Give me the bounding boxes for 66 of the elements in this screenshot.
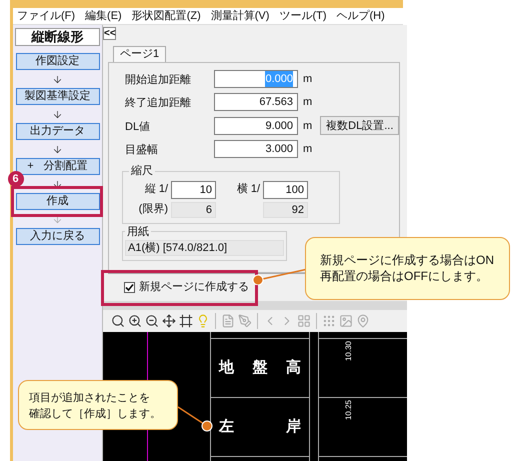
scale-label: 縦 1/ [144,182,169,198]
scale-label: 横 1/ [236,182,261,198]
group-title: 用紙 [126,224,150,240]
menu-item[interactable]: ツール(T) [279,8,326,24]
zoom-icon[interactable] [111,314,125,328]
field-label: DL値 [125,120,150,133]
menu-item[interactable]: ヘルプ(H) [336,8,385,24]
menu-item[interactable]: 形状図配置(Z) [132,8,201,24]
row-label: 高 [286,358,301,378]
frame-icon[interactable] [179,314,193,328]
field-value: 0.000 [265,70,293,87]
callout-text: 新規ページに作成する場合はON [320,252,495,268]
callout-text: 確認して［作成］します。 [29,407,162,422]
step-badge: 6 [8,171,24,187]
field-label: 開始追加距離 [125,74,191,86]
unit-label: m [303,72,312,86]
collapse-button[interactable]: << [103,27,116,40]
leader-line [176,405,214,433]
paper-size-field: A1(横) [574.0/821.0] [125,240,284,256]
row-label: 左 [219,416,234,437]
panel-title: 縦断線形 [15,28,100,46]
horizontal-limit-field: 92 [263,202,308,218]
vertical-limit-field: 6 [171,202,216,218]
field-label: 目盛幅 [125,144,158,156]
down-arrow-icon [52,108,63,120]
zoom-out-icon[interactable] [145,314,159,328]
horizontal-scale-field[interactable]: 100 [263,180,308,198]
callout-text: 再配置の場合はOFFにします。 [320,268,489,284]
menu-item[interactable]: 測量計算(V) [210,8,270,24]
checkbox-label[interactable]: 新規ページに作成する [139,279,249,296]
unit-label: m [303,95,312,110]
multi-dl-button[interactable]: 複数DL設置... [320,116,400,136]
unit-label: m [303,142,312,157]
step-button[interactable]: 入力に戻る [16,228,100,245]
menu-item[interactable]: 編集(E) [85,8,122,24]
move-icon[interactable] [162,314,176,328]
value-field[interactable]: 67.563 [214,93,298,112]
step-button[interactable]: + 分割配置 [16,158,100,175]
check-icon [125,282,134,292]
field-label: 終了追加距離 [125,97,191,110]
callout-text: 項目が追加されたことを [29,391,151,406]
elevation-value: 10.25 [345,400,353,420]
row-label: 地 [219,358,234,378]
row-label: 岸 [286,416,301,437]
field-value: 3.000 [265,142,293,157]
vertical-scale-field[interactable]: 10 [171,180,216,198]
zoom-in-icon[interactable] [128,314,142,328]
down-arrow-icon [52,74,63,84]
unit-label: m [303,118,312,134]
checkbox[interactable] [124,282,135,293]
expand-sign[interactable]: + [27,158,34,175]
step-button[interactable]: 出力データ [16,123,100,140]
step-button[interactable]: 作図設定 [16,53,100,70]
menu-item[interactable]: ファイル(F) [17,8,76,24]
elevation-value: 10.30 [345,341,353,362]
page-tab[interactable]: ページ1 [113,46,166,62]
field-value: 9.000 [265,118,293,134]
step-button[interactable]: 作成 [16,193,100,210]
step-button[interactable]: 製図基準設定 [16,88,100,105]
limit-label: (限界) [138,202,169,218]
group-title: 縮尺 [130,164,154,179]
value-field[interactable]: 9.000 [214,116,298,135]
row-label: 盤 [252,358,268,378]
field-value: 67.563 [259,95,293,110]
value-field[interactable]: 3.000 [214,140,298,158]
down-arrow-icon [52,144,63,154]
